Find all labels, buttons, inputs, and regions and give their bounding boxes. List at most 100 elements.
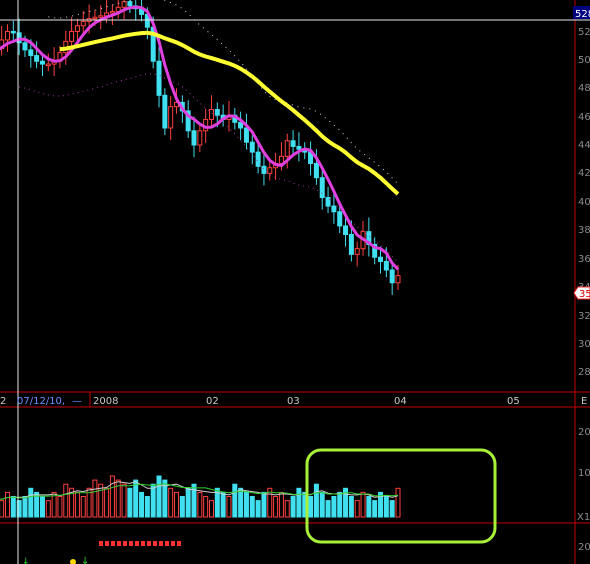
volume-bar <box>10 496 16 518</box>
volume-bar <box>63 483 69 518</box>
volume-bar <box>389 500 395 518</box>
candle-body <box>267 167 273 174</box>
volume-bar <box>255 500 261 518</box>
signal-dot <box>117 541 121 546</box>
volume-bar <box>168 487 174 518</box>
volume-bar <box>109 475 115 518</box>
volume-bar <box>290 496 296 518</box>
volume-bar <box>45 500 51 518</box>
candle-body <box>74 25 80 32</box>
volume-bar <box>383 496 389 518</box>
candle-body <box>296 145 302 150</box>
volume-bar <box>139 491 145 518</box>
volume-unit-label: X1 <box>577 512 590 523</box>
volume-bar <box>208 500 214 518</box>
crosshair-price-label: 528 <box>575 9 590 20</box>
volume-bar <box>80 496 86 518</box>
volume-bar <box>4 491 10 518</box>
volume-bar <box>226 496 232 518</box>
volume-bar <box>220 491 226 518</box>
candle-body <box>378 256 384 262</box>
candle-body <box>45 63 51 67</box>
volume-bar <box>121 483 127 518</box>
current-price-label: 35 <box>579 289 590 300</box>
volume-label: 10 <box>578 468 590 479</box>
time-label: 02 <box>206 396 219 407</box>
price-label: 48 <box>578 83 590 94</box>
signal-dot <box>105 541 109 546</box>
candle-body <box>22 42 28 51</box>
candle-body <box>389 269 395 284</box>
candle-body <box>191 130 197 146</box>
volume-bar <box>197 491 203 518</box>
crosshair-date-label: 07/12/10, <box>17 396 65 407</box>
candle-body <box>10 30 16 34</box>
candle-body <box>261 165 267 174</box>
volume-bar <box>0 500 5 518</box>
signal-dot <box>141 541 145 546</box>
volume-bar <box>278 491 284 518</box>
volume-label: 20 <box>578 427 590 438</box>
volume-bar <box>325 500 331 518</box>
signal-dot <box>147 541 151 546</box>
candle-body <box>197 130 203 146</box>
volume-bar <box>92 479 98 518</box>
price-label: 30 <box>578 339 590 350</box>
price-label: 50 <box>578 55 590 66</box>
volume-bar <box>185 487 191 518</box>
candle-body <box>4 30 10 41</box>
time-label: 03 <box>287 396 300 407</box>
price-label: 42 <box>578 168 590 179</box>
volume-bar <box>104 487 110 518</box>
time-label: 05 <box>507 396 520 407</box>
volume-bar <box>174 491 180 518</box>
stock-chart[interactable]: 528 52 50 48 46 44 42 40 38 36 34 32 30 … <box>0 0 590 564</box>
price-label: 28 <box>578 367 590 378</box>
volume-bar <box>273 496 279 518</box>
volume-bar <box>296 487 302 518</box>
volume-bar <box>127 487 133 518</box>
arrow-down-icon: ↓ <box>22 557 30 564</box>
candle-body <box>348 233 354 255</box>
price-label: 46 <box>578 112 590 123</box>
volume-bar <box>319 491 325 518</box>
price-label: 36 <box>578 254 590 265</box>
candle-body <box>69 30 75 42</box>
candle-body <box>383 260 389 271</box>
candle-body <box>168 106 174 129</box>
volume-bar <box>22 496 28 518</box>
volume-bar <box>354 500 360 518</box>
time-label: 2 <box>0 396 6 407</box>
volume-bar <box>308 496 314 518</box>
volume-bar <box>74 491 80 518</box>
volume-bar <box>372 500 378 518</box>
signal-dot <box>99 541 103 546</box>
signal-dot <box>129 541 133 546</box>
candle-body <box>284 140 290 157</box>
price-label: 38 <box>578 225 590 236</box>
volume-bar <box>133 479 139 518</box>
price-label: 40 <box>578 197 590 208</box>
candle-body <box>80 20 86 27</box>
candle-body <box>98 15 104 18</box>
volume-bar <box>337 491 343 518</box>
price-label: 32 <box>578 311 590 322</box>
candle-body <box>156 60 162 96</box>
volume-bar <box>360 491 366 518</box>
time-label: E <box>581 396 587 407</box>
signal-dot <box>165 541 169 546</box>
candle-body <box>319 177 325 199</box>
volume-bar <box>156 475 162 518</box>
candle-body <box>109 11 115 14</box>
candle-body <box>127 1 133 7</box>
price-label: 52 <box>578 27 590 38</box>
volume-bar <box>57 496 63 518</box>
volume-bar <box>238 487 244 518</box>
signal-dot <box>177 541 181 546</box>
arrow-down-icon: ↓ <box>81 556 89 564</box>
volume-bar <box>395 487 401 518</box>
volume-bar <box>313 483 319 518</box>
candle-body <box>249 141 255 153</box>
candle-body <box>243 127 249 143</box>
candle-body <box>331 205 337 213</box>
